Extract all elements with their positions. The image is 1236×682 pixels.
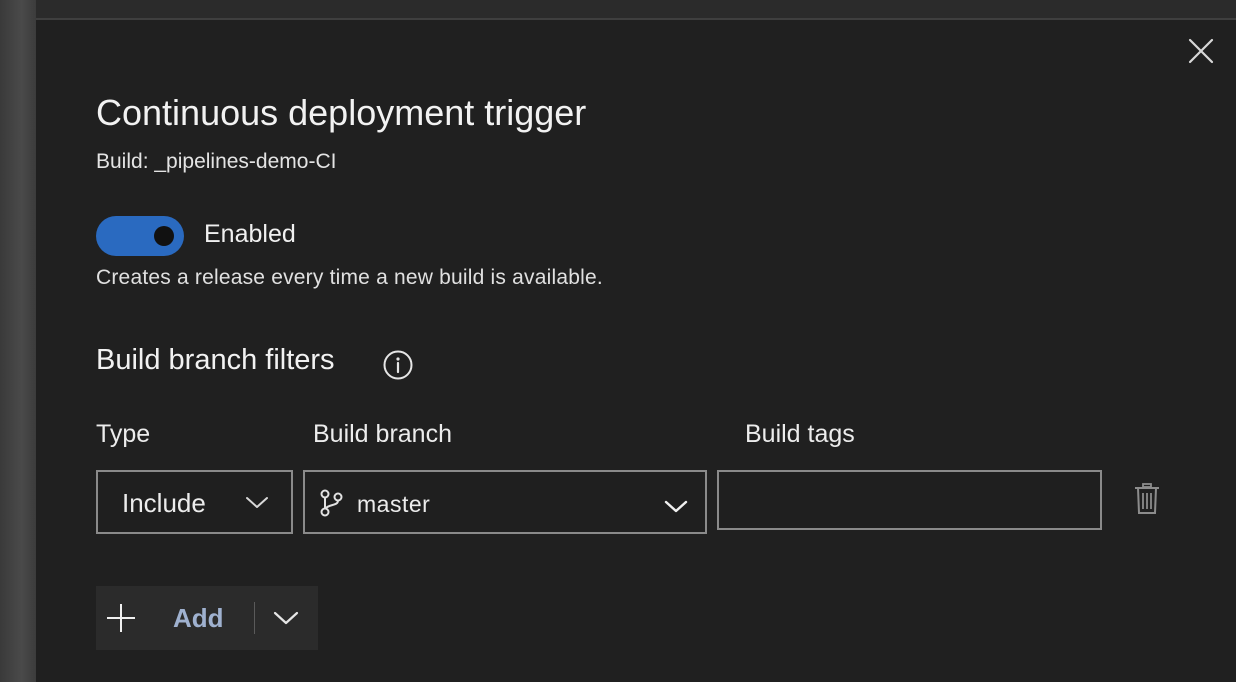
plus-icon	[107, 604, 135, 632]
column-header-type: Type	[96, 420, 151, 448]
column-header-branch: Build branch	[313, 420, 452, 448]
info-icon[interactable]	[382, 349, 414, 381]
branch-dropdown[interactable]: master	[303, 470, 707, 534]
git-branch-icon	[320, 489, 343, 517]
chevron-down-icon	[273, 611, 299, 625]
close-button[interactable]	[1183, 33, 1219, 69]
add-dropdown-button[interactable]	[255, 586, 318, 650]
top-strip	[0, 0, 1236, 20]
delete-filter-button[interactable]	[1132, 482, 1162, 516]
trigger-description: Creates a release every time a new build…	[96, 266, 603, 289]
add-split-button: Add	[96, 586, 318, 650]
add-button[interactable]: Add	[96, 586, 254, 650]
branch-dropdown-value: master	[357, 491, 431, 517]
section-title: Build branch filters	[96, 344, 335, 376]
close-icon	[1188, 38, 1214, 64]
toggle-knob	[154, 226, 174, 246]
trash-icon	[1135, 483, 1159, 514]
type-dropdown-value: Include	[122, 488, 206, 518]
toggle-label: Enabled	[204, 220, 296, 248]
app-root: Continuous deployment trigger Build: _pi…	[0, 0, 1236, 682]
chevron-down-icon	[664, 500, 688, 513]
dialog-title: Continuous deployment trigger	[96, 92, 587, 133]
type-dropdown[interactable]: Include	[96, 470, 293, 534]
backdrop-left	[0, 0, 36, 682]
enabled-toggle[interactable]	[96, 216, 184, 256]
chevron-down-icon	[246, 497, 268, 508]
column-header-tags: Build tags	[745, 420, 855, 448]
add-button-label: Add	[173, 603, 224, 633]
build-tags-input[interactable]	[717, 470, 1102, 530]
dialog-subtitle: Build: _pipelines-demo-CI	[96, 150, 337, 173]
